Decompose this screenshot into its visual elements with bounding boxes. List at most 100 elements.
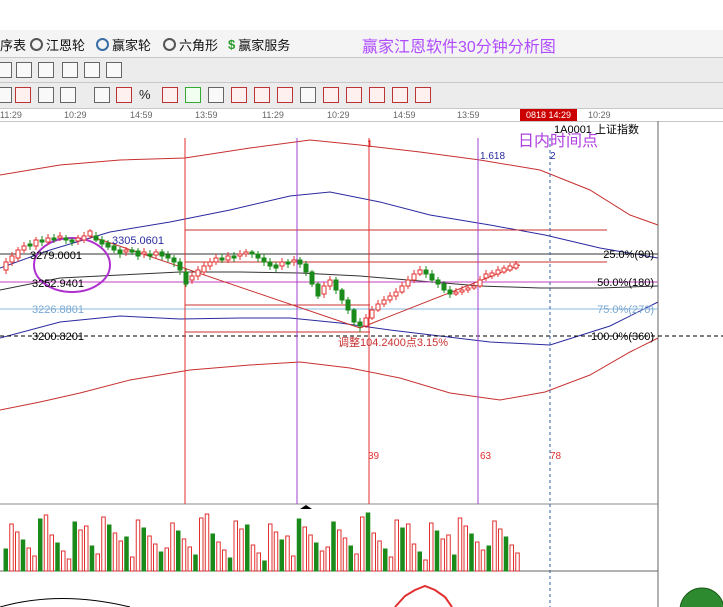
- bars-tool-icon[interactable]: [94, 87, 110, 103]
- fan-tool-icon[interactable]: [60, 87, 76, 103]
- chart-area[interactable]: 1A0001 上证指数日内时间点11.618 239 63 783305.060132…: [0, 121, 723, 607]
- candle-body: [243, 251, 249, 255]
- volume-bar: [49, 534, 54, 572]
- volume-bar: [394, 519, 399, 572]
- list-icon[interactable]: [38, 62, 54, 78]
- angle-tool-icon[interactable]: [323, 87, 339, 103]
- candle-body: [333, 279, 339, 291]
- volume-bar: [15, 531, 20, 572]
- arc-tool-icon[interactable]: [208, 87, 224, 103]
- speed-line-tool-icon[interactable]: [300, 87, 316, 103]
- volume-bar: [285, 535, 290, 572]
- candle-body: [3, 261, 9, 271]
- candle-body: [15, 249, 21, 259]
- doc-icon[interactable]: [0, 62, 12, 78]
- winner-wheel-icon: [96, 38, 109, 51]
- volume-bar: [55, 542, 60, 572]
- candle-body: [213, 257, 219, 263]
- candle-body: [495, 269, 501, 275]
- grid-tool-icon[interactable]: [15, 87, 31, 103]
- menu-item-hexagon[interactable]: 六角形: [163, 35, 218, 54]
- volume-bar: [509, 544, 514, 572]
- table-tool-icon[interactable]: [38, 87, 54, 103]
- candle-body: [195, 269, 201, 277]
- candle-body: [465, 287, 471, 291]
- candle-body: [327, 279, 333, 287]
- candle-body: [39, 239, 45, 243]
- save-icon[interactable]: [62, 62, 78, 78]
- menu-item-sequence[interactable]: 序表: [0, 35, 26, 54]
- grid-icon[interactable]: [16, 62, 32, 78]
- menu-item-label: 江恩轮: [46, 38, 86, 53]
- indicator-peak: [394, 584, 453, 607]
- candle-body: [183, 271, 189, 285]
- volume-bar: [377, 540, 382, 572]
- candle-body: [63, 237, 69, 241]
- volume-bar: [20, 539, 26, 572]
- volume-bar: [383, 548, 388, 572]
- percent-tool[interactable]: %: [139, 87, 151, 102]
- candle-body: [105, 242, 111, 248]
- arrow-tool-icon[interactable]: [231, 87, 247, 103]
- lower-mid-band: [0, 301, 659, 346]
- volume-bar: [66, 558, 72, 572]
- level-label-50: 50.0%(180): [597, 277, 654, 289]
- ratio-tool-icon[interactable]: [162, 87, 178, 103]
- volume-bar: [26, 547, 31, 572]
- volume-bar: [291, 555, 296, 572]
- volume-bar: [124, 536, 129, 572]
- candle-body: [459, 289, 465, 293]
- candle-body: [189, 275, 195, 281]
- candle-body: [279, 261, 285, 267]
- volume-bar: [61, 550, 66, 572]
- channel-tool-icon[interactable]: [254, 87, 270, 103]
- volume-bar: [406, 523, 411, 572]
- volume-bar: [348, 545, 353, 572]
- export-icon[interactable]: [106, 62, 122, 78]
- adjustment-label: 调整104.2400点3.15%: [338, 335, 448, 349]
- candle-body: [477, 279, 483, 287]
- volume-bar: [78, 529, 83, 572]
- count-label-39: 39: [368, 451, 380, 462]
- print-icon[interactable]: [84, 62, 100, 78]
- volume-bar: [429, 522, 434, 572]
- volume-bar: [354, 553, 359, 572]
- menu-item-winner-wheel[interactable]: 赢家轮: [96, 35, 151, 54]
- volume-bar: [118, 540, 123, 572]
- volume-bar: [158, 551, 164, 572]
- candle-body: [453, 291, 459, 295]
- box-tool-icon[interactable]: [392, 87, 408, 103]
- candle-body: [255, 253, 261, 259]
- fibonacci-tool-icon[interactable]: [116, 87, 132, 103]
- volume-bar: [38, 518, 43, 572]
- menu-item-winner-service[interactable]: $ 赢家服务: [228, 35, 290, 54]
- triangle-tool-icon[interactable]: [0, 87, 12, 103]
- volume-bar: [498, 528, 503, 572]
- candle-body: [231, 255, 237, 259]
- menu-item-gann-wheel[interactable]: 江恩轮: [30, 35, 85, 54]
- candle-body: [57, 235, 63, 239]
- volume-bar: [452, 554, 457, 572]
- volume-bar: [193, 554, 198, 572]
- volume-bar: [400, 527, 405, 572]
- volume-bar: [503, 536, 509, 572]
- gann-square-tool-icon[interactable]: [415, 87, 431, 103]
- toolbar-drawing: %: [0, 83, 723, 109]
- volume-bar: [469, 533, 474, 572]
- volume-bar: [176, 530, 181, 572]
- volume-bar: [273, 531, 279, 572]
- volume-bars: [0, 512, 723, 607]
- circle-tool-icon[interactable]: [185, 87, 201, 103]
- volume-bar: [135, 519, 141, 572]
- volume-bar: [199, 517, 204, 572]
- volume-bar: [463, 525, 468, 572]
- candle-body: [381, 299, 387, 305]
- bands: [0, 139, 659, 411]
- volume-bar: [256, 552, 261, 572]
- volume-bar: [480, 549, 486, 572]
- time-label: 11:29: [0, 110, 22, 120]
- cycle-tool-icon[interactable]: [346, 87, 362, 103]
- level-tool-icon[interactable]: [277, 87, 293, 103]
- time-tool-icon[interactable]: [369, 87, 385, 103]
- candle-body: [387, 295, 393, 301]
